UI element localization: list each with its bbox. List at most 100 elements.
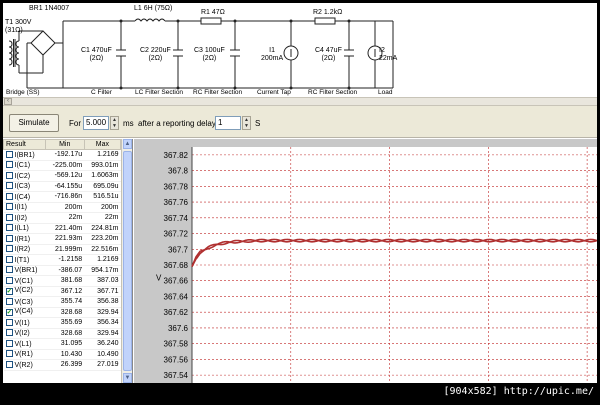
result-name-cell[interactable]: I(I2)	[3, 212, 46, 224]
column-header-result[interactable]: Result	[3, 139, 46, 150]
duration-input[interactable]: 5.000	[83, 116, 109, 130]
table-row[interactable]: V(R1) 10.430 10.490	[3, 349, 121, 360]
delay-input[interactable]: 1	[215, 116, 241, 130]
schematic-horizontal-scrollbar[interactable]: ‹	[3, 97, 597, 106]
result-name-cell[interactable]: I(C4)	[3, 191, 46, 203]
checkbox-icon[interactable]	[5, 266, 13, 274]
duration-spinner[interactable]: ▲ ▼	[110, 116, 119, 130]
checkbox-icon[interactable]	[5, 182, 13, 190]
checked-checkbox-icon[interactable]: ✓	[5, 309, 13, 317]
scroll-down-icon[interactable]: ▼	[123, 373, 132, 383]
checkbox-icon[interactable]	[5, 234, 13, 242]
column-header-min[interactable]: Min	[44, 139, 85, 150]
table-row[interactable]: V(R2) 26.399 27.019	[3, 359, 121, 371]
checkbox-icon[interactable]	[5, 276, 13, 284]
table-row[interactable]: I(C3) -64.155u 695.09u	[3, 181, 121, 192]
min-value: 31.095	[45, 338, 85, 350]
spin-down-icon[interactable]: ▼	[243, 123, 250, 129]
table-row[interactable]: V(C3) 355.74 356.38	[3, 296, 121, 308]
table-row[interactable]: V(C1) 381.68 387.03	[3, 275, 121, 287]
scrollbar-thumb[interactable]	[123, 151, 132, 371]
table-row[interactable]: ✓ V(C2) 367.12 367.71	[3, 286, 121, 297]
table-row[interactable]: V(I1) 355.69 356.34	[3, 317, 121, 329]
checkbox-icon[interactable]	[5, 255, 13, 263]
max-value: 387.03	[84, 275, 121, 287]
result-name-cell[interactable]: I(L1)	[3, 223, 46, 234]
image-caption: [904x582] http://upic.me/	[443, 386, 594, 397]
table-row[interactable]: I(L1) 221.40m 224.81m	[3, 223, 121, 234]
table-row[interactable]: ✓ V(C4) 328.68 329.94	[3, 307, 121, 318]
checkbox-icon[interactable]	[5, 213, 13, 221]
result-name-cell[interactable]: V(C3)	[3, 296, 46, 308]
result-name-cell[interactable]: I(C3)	[3, 181, 46, 192]
table-row[interactable]: I(C1) -225.00m 993.01m	[3, 160, 121, 171]
result-name-cell[interactable]: ✓ V(C4)	[3, 307, 46, 318]
checkbox-icon[interactable]	[5, 318, 13, 326]
result-name: V(R2)	[14, 361, 33, 369]
result-name-cell[interactable]: V(R2)	[3, 359, 46, 371]
checkbox-icon[interactable]	[5, 360, 13, 368]
spin-down-icon[interactable]: ▼	[111, 123, 118, 129]
y-tick-label: 367.8	[168, 167, 189, 176]
result-name-cell[interactable]: V(I1)	[3, 317, 46, 329]
max-value: 329.94	[84, 328, 121, 339]
table-row[interactable]: I(T1) -1.2158 1.2169	[3, 254, 121, 266]
simulate-button[interactable]: Simulate	[9, 114, 59, 132]
checkbox-icon[interactable]	[5, 161, 13, 169]
table-row[interactable]: I(I1) 200m 200m	[3, 202, 121, 213]
column-header-max[interactable]: Max	[83, 139, 122, 150]
table-row[interactable]: I(R2) 21.999m 22.516m	[3, 244, 121, 255]
result-name-cell[interactable]: I(C2)	[3, 170, 46, 182]
table-row[interactable]: I(C4) -716.86n 516.51u	[3, 191, 121, 203]
checkbox-icon[interactable]	[5, 245, 13, 253]
max-value: 224.81m	[84, 223, 121, 234]
section-rc-filter-2: RC Filter Section	[308, 89, 358, 96]
result-name: V(I2)	[14, 330, 30, 338]
results-scrollbar[interactable]: ▲ ▼	[121, 139, 132, 383]
table-row[interactable]: I(I2) 22m 22m	[3, 212, 121, 224]
checkbox-icon[interactable]	[5, 192, 13, 200]
result-name-cell[interactable]: V(L1)	[3, 338, 46, 350]
result-name-cell[interactable]: I(T1)	[3, 254, 46, 266]
table-row[interactable]: I(C2) -569.12u 1.6063m	[3, 170, 121, 182]
delay-spinner[interactable]: ▲ ▼	[242, 116, 251, 130]
scroll-up-icon[interactable]: ▲	[123, 139, 132, 149]
result-name: I(L1)	[14, 225, 29, 233]
y-tick-label: 367.82	[164, 151, 189, 160]
table-row[interactable]: I(R1) 221.93m 223.20m	[3, 233, 121, 245]
result-name-cell[interactable]: V(C1)	[3, 275, 46, 287]
min-value: 328.68	[45, 328, 85, 339]
checkbox-icon[interactable]	[5, 171, 13, 179]
waveform-plot[interactable]: 367.82 367.8 367.78 367.76 367.74 367.72 367.7…	[134, 139, 597, 383]
checkbox-icon[interactable]	[5, 339, 13, 347]
checkbox-icon[interactable]	[5, 224, 13, 232]
min-value: -225.00m	[45, 160, 85, 171]
scroll-left-icon[interactable]: ‹	[4, 98, 12, 105]
r1-label: R1 47Ω	[201, 9, 225, 16]
max-value: 36.240	[84, 338, 121, 350]
min-value: -64.155u	[45, 181, 85, 192]
result-name-cell[interactable]: I(BR1)	[3, 149, 46, 161]
checked-checkbox-icon[interactable]: ✓	[5, 288, 13, 296]
checkbox-icon[interactable]	[5, 350, 13, 358]
table-row[interactable]: I(BR1) -192.17u 1.2169	[3, 149, 121, 161]
max-value: 367.71	[84, 286, 121, 297]
result-name-cell[interactable]: I(R1)	[3, 233, 46, 245]
section-bridge: Bridge (SS)	[6, 89, 40, 96]
result-name-cell[interactable]: V(I2)	[3, 328, 46, 339]
table-row[interactable]: V(BR1) -386.07 954.17m	[3, 265, 121, 276]
checkbox-icon[interactable]	[5, 203, 13, 211]
result-name-cell[interactable]: V(R1)	[3, 349, 46, 360]
result-name-cell[interactable]: ✓ V(C2)	[3, 286, 46, 297]
max-value: 200m	[84, 202, 121, 213]
result-name-cell[interactable]: I(C1)	[3, 160, 46, 171]
result-name-cell[interactable]: V(BR1)	[3, 265, 46, 276]
checkbox-icon[interactable]	[5, 297, 13, 305]
table-row[interactable]: V(I2) 328.68 329.94	[3, 328, 121, 339]
checkbox-icon[interactable]	[5, 150, 13, 158]
y-tick-label: 367.6	[168, 324, 189, 333]
table-row[interactable]: V(L1) 31.095 36.240	[3, 338, 121, 350]
result-name-cell[interactable]: I(I1)	[3, 202, 46, 213]
checkbox-icon[interactable]	[5, 329, 13, 337]
result-name-cell[interactable]: I(R2)	[3, 244, 46, 255]
